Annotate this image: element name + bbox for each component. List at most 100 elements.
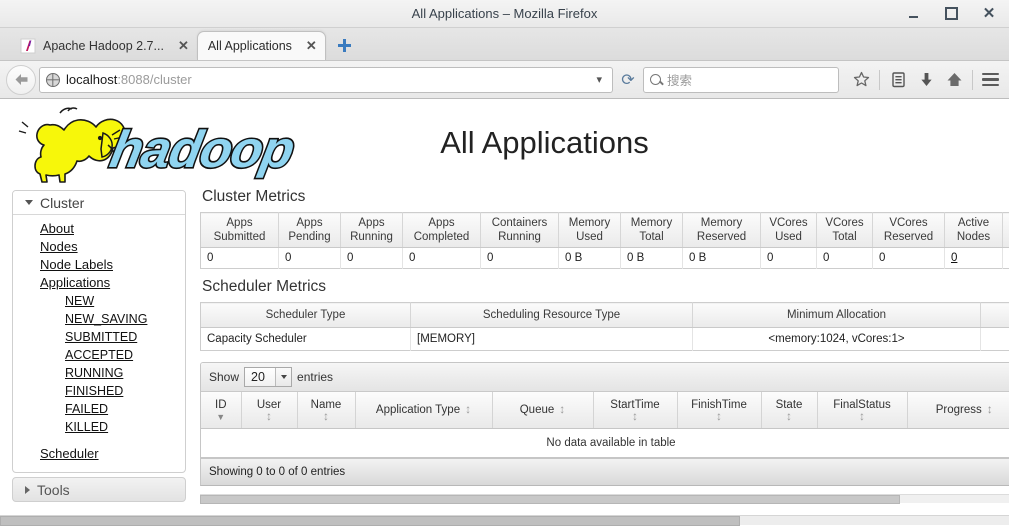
scheduler-metrics-table: Scheduler Type Scheduling Resource Type … bbox=[200, 302, 1009, 351]
th-application-type[interactable]: Application Type bbox=[355, 392, 492, 428]
tab-close-icon[interactable]: ✕ bbox=[178, 38, 189, 54]
page-horizontal-scrollbar[interactable] bbox=[0, 515, 1009, 525]
sidebar-item-new[interactable]: NEW bbox=[13, 292, 185, 310]
page-content: hadoop All Applications Cluster About No… bbox=[0, 99, 1009, 513]
td-vcores-reserved: 0 bbox=[873, 248, 945, 269]
reader-list-icon[interactable] bbox=[884, 66, 912, 94]
maximize-button[interactable] bbox=[943, 6, 959, 22]
sidebar-cluster-header[interactable]: Cluster bbox=[13, 191, 185, 215]
table-row: Capacity Scheduler [MEMORY] <memory:1024… bbox=[201, 328, 1009, 351]
tab-label: All Applications bbox=[208, 39, 302, 53]
chevron-down-icon bbox=[275, 368, 291, 386]
sidebar-item-submitted[interactable]: SUBMITTED bbox=[13, 328, 185, 346]
th-name[interactable]: Name bbox=[297, 392, 355, 428]
sidebar-item-about[interactable]: About bbox=[13, 220, 185, 238]
th-label: Application Type bbox=[376, 404, 460, 416]
th-vcores-reserved[interactable]: VCoresReserved bbox=[873, 213, 945, 248]
th-apps-pending[interactable]: AppsPending bbox=[279, 213, 341, 248]
sort-both-icon bbox=[632, 412, 638, 422]
inner-horizontal-scrollbar[interactable] bbox=[200, 494, 1009, 503]
nav-separator bbox=[972, 70, 973, 90]
browser-navbar: localhost:8088/cluster ▾ ⟳ 搜索 bbox=[0, 61, 1009, 99]
sidebar-item-node-labels[interactable]: Node Labels bbox=[13, 256, 185, 274]
th-starttime[interactable]: StartTime bbox=[593, 392, 677, 428]
browser-tabstrip: Apache Hadoop 2.7... ✕ All Applications … bbox=[0, 28, 1009, 61]
minimize-button[interactable] bbox=[905, 6, 921, 22]
page-title: All Applications bbox=[0, 125, 1009, 161]
sidebar-item-nodes[interactable]: Nodes bbox=[13, 238, 185, 256]
sidebar-item-failed[interactable]: FAILED bbox=[13, 400, 185, 418]
url-host: localhost bbox=[66, 72, 117, 87]
th-apps-completed[interactable]: AppsCompleted bbox=[403, 213, 481, 248]
th-scheduler-type[interactable]: Scheduler Type bbox=[201, 303, 411, 328]
nav-separator bbox=[879, 70, 880, 90]
sidebar-item-new-saving[interactable]: NEW_SAVING bbox=[13, 310, 185, 328]
th-queue[interactable]: Queue bbox=[492, 392, 593, 428]
back-button[interactable] bbox=[6, 65, 36, 95]
th-minimum-allocation[interactable]: Minimum Allocation bbox=[693, 303, 981, 328]
th-finalstatus[interactable]: FinalStatus bbox=[817, 392, 907, 428]
th-maximum-allocation[interactable] bbox=[981, 303, 1009, 328]
td-decommissioned: 0 bbox=[1003, 248, 1009, 269]
sidebar-item-applications[interactable]: Applications bbox=[13, 274, 185, 292]
th-finishtime[interactable]: FinishTime bbox=[677, 392, 761, 428]
download-icon[interactable] bbox=[912, 66, 940, 94]
sort-both-icon bbox=[323, 412, 329, 422]
th-progress[interactable]: Progress bbox=[907, 392, 1009, 428]
home-icon[interactable] bbox=[940, 66, 968, 94]
tab-apache-hadoop[interactable]: Apache Hadoop 2.7... ✕ bbox=[10, 31, 197, 60]
th-scheduling-resource-type[interactable]: Scheduling Resource Type bbox=[411, 303, 693, 328]
th-active-nodes[interactable]: ActiveNodes bbox=[945, 213, 1003, 248]
url-bar[interactable]: localhost:8088/cluster ▾ bbox=[39, 67, 613, 93]
tab-close-icon[interactable]: ✕ bbox=[306, 38, 317, 54]
scrollbar-thumb[interactable] bbox=[200, 495, 900, 504]
table-empty-row: No data available in table bbox=[201, 428, 1009, 457]
th-vcores-total[interactable]: VCoresTotal bbox=[817, 213, 873, 248]
tab-label: Apache Hadoop 2.7... bbox=[43, 39, 174, 53]
search-box[interactable]: 搜索 bbox=[643, 67, 839, 93]
new-tab-button[interactable] bbox=[332, 31, 358, 59]
menu-hamburger-icon[interactable] bbox=[977, 67, 1003, 93]
td-scheduling-resource-type: [MEMORY] bbox=[411, 328, 693, 351]
url-text: localhost:8088/cluster bbox=[66, 72, 590, 87]
table-header-row: Scheduler Type Scheduling Resource Type … bbox=[201, 303, 1009, 328]
sort-both-icon bbox=[559, 405, 565, 415]
th-decommissioned[interactable]: Deco bbox=[1003, 213, 1009, 248]
sidebar-item-running[interactable]: RUNNING bbox=[13, 364, 185, 382]
th-apps-submitted[interactable]: AppsSubmitted bbox=[201, 213, 279, 248]
td-minimum-allocation: <memory:1024, vCores:1> bbox=[693, 328, 981, 351]
th-id[interactable]: ID ▼ bbox=[201, 392, 241, 428]
th-memory-reserved[interactable]: MemoryReserved bbox=[683, 213, 761, 248]
td-vcores-used: 0 bbox=[761, 248, 817, 269]
td-maximum-allocation: <me bbox=[981, 328, 1009, 351]
table-row: 0 0 0 0 0 0 B 0 B 0 B 0 0 0 0 0 bbox=[201, 248, 1009, 269]
table-header-row: ID ▼ User bbox=[201, 392, 1009, 428]
reload-button[interactable]: ⟳ bbox=[617, 70, 639, 90]
sort-desc-icon: ▼ bbox=[216, 412, 225, 422]
bookmark-star-icon[interactable] bbox=[847, 66, 875, 94]
active-nodes-link[interactable]: 0 bbox=[951, 252, 957, 264]
th-apps-running[interactable]: AppsRunning bbox=[341, 213, 403, 248]
td-apps-pending: 0 bbox=[279, 248, 341, 269]
sidebar-tools-label: Tools bbox=[37, 482, 70, 498]
applications-table-container: Show 20 entries bbox=[200, 362, 1009, 458]
close-button[interactable]: ✕ bbox=[981, 6, 997, 22]
url-dropdown-icon[interactable]: ▾ bbox=[590, 73, 608, 86]
sidebar-item-accepted[interactable]: ACCEPTED bbox=[13, 346, 185, 364]
sidebar-item-scheduler[interactable]: Scheduler bbox=[13, 445, 185, 463]
th-containers-running[interactable]: ContainersRunning bbox=[481, 213, 559, 248]
td-apps-submitted: 0 bbox=[201, 248, 279, 269]
cluster-metrics-table: AppsSubmitted AppsPending AppsRunning Ap… bbox=[200, 212, 1009, 269]
th-user[interactable]: User bbox=[241, 392, 297, 428]
th-memory-total[interactable]: MemoryTotal bbox=[621, 213, 683, 248]
th-vcores-used[interactable]: VCoresUsed bbox=[761, 213, 817, 248]
page-size-select[interactable]: 20 bbox=[244, 367, 292, 387]
th-memory-used[interactable]: MemoryUsed bbox=[559, 213, 621, 248]
sidebar-item-finished[interactable]: FINISHED bbox=[13, 382, 185, 400]
sidebar: Cluster About Nodes Node Labels Applicat… bbox=[0, 187, 186, 502]
sidebar-item-killed[interactable]: KILLED bbox=[13, 418, 185, 436]
tab-all-applications[interactable]: All Applications ✕ bbox=[197, 31, 326, 60]
th-state[interactable]: State bbox=[761, 392, 817, 428]
table-header-row: AppsSubmitted AppsPending AppsRunning Ap… bbox=[201, 213, 1009, 248]
sidebar-tools-block[interactable]: Tools bbox=[12, 477, 186, 502]
